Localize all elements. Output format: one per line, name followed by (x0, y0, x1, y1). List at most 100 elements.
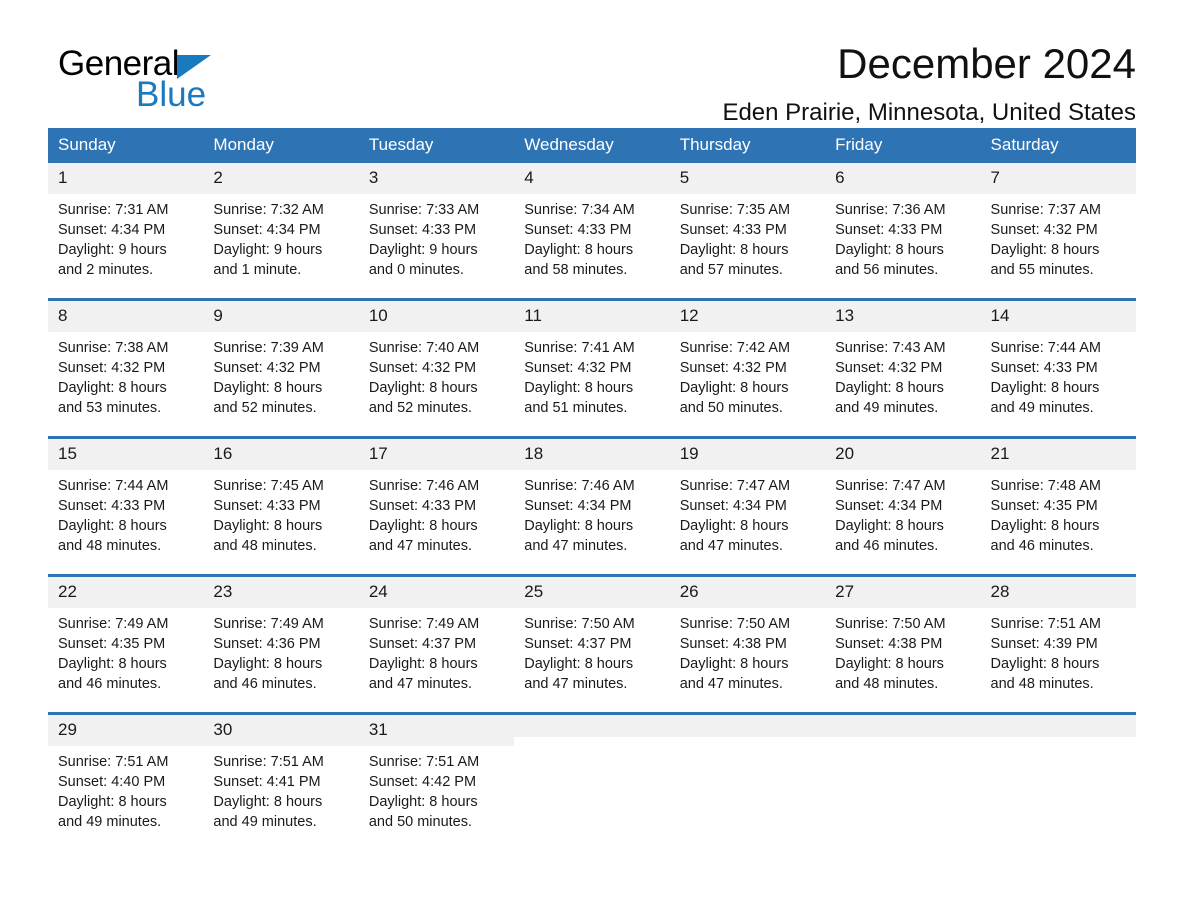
day-cell[interactable]: 13 Sunrise: 7:43 AM Sunset: 4:32 PM Dayl… (825, 298, 981, 438)
day-cell[interactable]: 6 Sunrise: 7:36 AM Sunset: 4:33 PM Dayli… (825, 163, 981, 300)
sunrise-sunset-calendar-table: Sunday Monday Tuesday Wednesday Thursday… (48, 128, 1136, 850)
day-number: 18 (514, 439, 670, 470)
day-cell[interactable]: 2 Sunrise: 7:32 AM Sunset: 4:34 PM Dayli… (203, 163, 359, 300)
sunrise-text: Sunrise: 7:42 AM (679, 340, 791, 356)
day-cell[interactable]: 17 Sunrise: 7:46 AM Sunset: 4:33 PM Dayl… (358, 436, 515, 576)
day-number: 9 (203, 301, 359, 332)
sunrise-text: Sunrise: 7:34 AM (524, 202, 635, 218)
day-details: Sunrise: 7:47 AM Sunset: 4:34 PM Dayligh… (670, 470, 825, 556)
day-cell-empty (669, 712, 826, 850)
day-cell[interactable]: 9 Sunrise: 7:39 AM Sunset: 4:32 PM Dayli… (203, 298, 359, 438)
day-cell[interactable]: 1 Sunrise: 7:31 AM Sunset: 4:34 PM Dayli… (48, 163, 204, 300)
daylight-text-line2: and 49 minutes. (58, 814, 162, 830)
calendar-header-row: Sunday Monday Tuesday Wednesday Thursday… (48, 128, 1136, 163)
day-cell[interactable]: 31 Sunrise: 7:51 AM Sunset: 4:42 PM Dayl… (358, 712, 515, 850)
sunset-text: Sunset: 4:40 PM (58, 774, 166, 790)
daylight-text-line2: and 46 minutes. (58, 676, 162, 692)
day-number (825, 715, 981, 737)
sunset-text: Sunset: 4:32 PM (213, 360, 321, 376)
day-number: 3 (358, 163, 515, 194)
day-cell[interactable]: 8 Sunrise: 7:38 AM Sunset: 4:32 PM Dayli… (48, 298, 204, 438)
daylight-text-line1: Daylight: 9 hours (213, 242, 323, 258)
sunrise-text: Sunrise: 7:40 AM (368, 340, 480, 356)
daylight-text-line2: and 46 minutes. (990, 538, 1094, 554)
day-cell[interactable]: 7 Sunrise: 7:37 AM Sunset: 4:32 PM Dayli… (980, 163, 1136, 300)
daylight-text-line1: Daylight: 8 hours (213, 794, 323, 810)
day-cell[interactable]: 18 Sunrise: 7:46 AM Sunset: 4:34 PM Dayl… (514, 436, 670, 576)
daylight-text-line1: Daylight: 9 hours (58, 242, 167, 258)
sunrise-text: Sunrise: 7:51 AM (213, 754, 324, 770)
day-details: Sunrise: 7:50 AM Sunset: 4:38 PM Dayligh… (670, 608, 825, 694)
sunrise-text: Sunrise: 7:39 AM (213, 340, 324, 356)
day-cell[interactable]: 12 Sunrise: 7:42 AM Sunset: 4:32 PM Dayl… (669, 298, 826, 438)
general-blue-logo[interactable]: General Blue (58, 44, 358, 116)
day-cell[interactable]: 4 Sunrise: 7:34 AM Sunset: 4:33 PM Dayli… (514, 163, 670, 300)
logo-top-row: General (58, 44, 358, 84)
day-cell[interactable]: 20 Sunrise: 7:47 AM Sunset: 4:34 PM Dayl… (825, 436, 981, 576)
day-details: Sunrise: 7:51 AM Sunset: 4:40 PM Dayligh… (48, 746, 203, 832)
day-number: 17 (358, 439, 515, 470)
daylight-text-line2: and 48 minutes. (213, 538, 317, 554)
sunrise-text: Sunrise: 7:43 AM (835, 340, 946, 356)
day-number: 24 (358, 577, 515, 608)
sunset-text: Sunset: 4:33 PM (990, 360, 1098, 376)
day-details: Sunrise: 7:50 AM Sunset: 4:38 PM Dayligh… (825, 608, 980, 694)
sunset-text: Sunset: 4:42 PM (368, 774, 477, 790)
weekday-header-friday: Friday (825, 128, 981, 163)
day-details: Sunrise: 7:47 AM Sunset: 4:34 PM Dayligh… (825, 470, 980, 556)
sunrise-text: Sunrise: 7:49 AM (368, 616, 480, 632)
sunrise-text: Sunrise: 7:44 AM (58, 478, 169, 494)
day-cell[interactable]: 21 Sunrise: 7:48 AM Sunset: 4:35 PM Dayl… (980, 436, 1136, 576)
day-cell[interactable]: 25 Sunrise: 7:50 AM Sunset: 4:37 PM Dayl… (514, 574, 670, 714)
daylight-text-line1: Daylight: 8 hours (58, 518, 167, 534)
sunset-text: Sunset: 4:41 PM (213, 774, 321, 790)
day-cell[interactable]: 27 Sunrise: 7:50 AM Sunset: 4:38 PM Dayl… (825, 574, 981, 714)
day-cell[interactable]: 30 Sunrise: 7:51 AM Sunset: 4:41 PM Dayl… (203, 712, 359, 850)
day-cell[interactable]: 14 Sunrise: 7:44 AM Sunset: 4:33 PM Dayl… (980, 298, 1136, 438)
day-cell[interactable]: 28 Sunrise: 7:51 AM Sunset: 4:39 PM Dayl… (980, 574, 1136, 714)
sunset-text: Sunset: 4:34 PM (679, 498, 787, 514)
day-cell[interactable]: 29 Sunrise: 7:51 AM Sunset: 4:40 PM Dayl… (48, 712, 204, 850)
day-details: Sunrise: 7:50 AM Sunset: 4:37 PM Dayligh… (514, 608, 669, 694)
day-cell[interactable]: 15 Sunrise: 7:44 AM Sunset: 4:33 PM Dayl… (48, 436, 204, 576)
day-cell[interactable]: 24 Sunrise: 7:49 AM Sunset: 4:37 PM Dayl… (358, 574, 515, 714)
day-cell[interactable]: 16 Sunrise: 7:45 AM Sunset: 4:33 PM Dayl… (203, 436, 359, 576)
day-number: 21 (980, 439, 1136, 470)
day-cell[interactable]: 23 Sunrise: 7:49 AM Sunset: 4:36 PM Dayl… (203, 574, 359, 714)
day-cell[interactable]: 22 Sunrise: 7:49 AM Sunset: 4:35 PM Dayl… (48, 574, 204, 714)
day-details: Sunrise: 7:35 AM Sunset: 4:33 PM Dayligh… (670, 194, 825, 280)
sunrise-text: Sunrise: 7:46 AM (368, 478, 480, 494)
day-number (514, 715, 670, 737)
daylight-text-line2: and 49 minutes. (990, 400, 1094, 416)
daylight-text-line2: and 52 minutes. (368, 400, 473, 416)
day-cell[interactable]: 26 Sunrise: 7:50 AM Sunset: 4:38 PM Dayl… (669, 574, 826, 714)
day-cell[interactable]: 3 Sunrise: 7:33 AM Sunset: 4:33 PM Dayli… (358, 163, 515, 300)
day-number: 8 (48, 301, 204, 332)
daylight-text-line1: Daylight: 8 hours (679, 380, 789, 396)
week-row: 15 Sunrise: 7:44 AM Sunset: 4:33 PM Dayl… (48, 436, 1136, 576)
day-cell[interactable]: 10 Sunrise: 7:40 AM Sunset: 4:32 PM Dayl… (358, 298, 515, 438)
day-cell[interactable]: 19 Sunrise: 7:47 AM Sunset: 4:34 PM Dayl… (669, 436, 826, 576)
daylight-text-line2: and 0 minutes. (368, 262, 464, 278)
day-number: 16 (203, 439, 359, 470)
day-cell[interactable]: 5 Sunrise: 7:35 AM Sunset: 4:33 PM Dayli… (669, 163, 826, 300)
daylight-text-line1: Daylight: 8 hours (524, 518, 634, 534)
day-details: Sunrise: 7:49 AM Sunset: 4:37 PM Dayligh… (359, 608, 514, 694)
daylight-text-line2: and 47 minutes. (524, 538, 628, 554)
sunset-text: Sunset: 4:33 PM (368, 498, 477, 514)
sunset-text: Sunset: 4:33 PM (368, 222, 477, 238)
sunset-text: Sunset: 4:37 PM (524, 636, 632, 652)
daylight-text-line2: and 48 minutes. (835, 676, 939, 692)
daylight-text-line1: Daylight: 8 hours (58, 380, 167, 396)
sunrise-text: Sunrise: 7:50 AM (524, 616, 635, 632)
day-details: Sunrise: 7:51 AM Sunset: 4:39 PM Dayligh… (981, 608, 1136, 694)
day-cell[interactable]: 11 Sunrise: 7:41 AM Sunset: 4:32 PM Dayl… (514, 298, 670, 438)
daylight-text-line1: Daylight: 8 hours (835, 380, 944, 396)
day-number: 13 (825, 301, 981, 332)
daylight-text-line2: and 46 minutes. (213, 676, 317, 692)
sunset-text: Sunset: 4:38 PM (679, 636, 787, 652)
day-details: Sunrise: 7:49 AM Sunset: 4:35 PM Dayligh… (48, 608, 203, 694)
sunrise-text: Sunrise: 7:51 AM (368, 754, 480, 770)
day-number: 7 (980, 163, 1136, 194)
sunrise-text: Sunrise: 7:32 AM (213, 202, 324, 218)
